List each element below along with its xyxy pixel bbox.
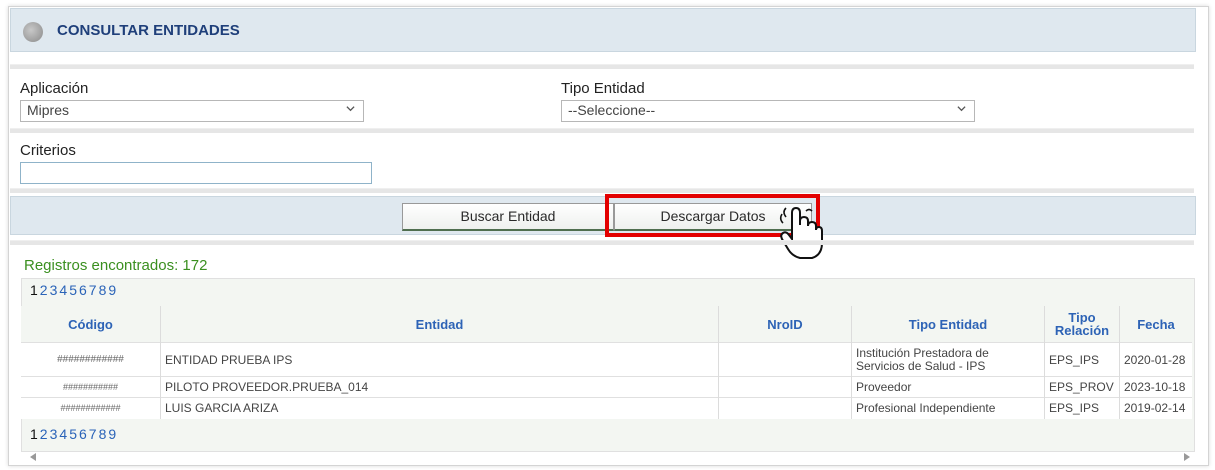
tipo-entidad-select[interactable]: --Seleccione-- <box>561 100 975 122</box>
page-link[interactable]: 6 <box>79 282 89 298</box>
cell-tipo-relacion: EPS_IPS <box>1044 342 1120 377</box>
page-link[interactable]: 8 <box>99 426 109 442</box>
page-link[interactable]: 9 <box>108 426 118 442</box>
scroll-right-icon <box>1184 453 1190 461</box>
tipo-entidad-select-value: --Seleccione-- <box>568 102 656 118</box>
cell-codigo: ############ <box>21 342 161 377</box>
page-link[interactable]: 7 <box>89 282 99 298</box>
aplicacion-select[interactable]: Mipres <box>20 100 364 122</box>
cell-nroid <box>718 376 852 398</box>
cell-tipo-relacion: EPS_IPS <box>1044 397 1120 419</box>
cell-entidad: PILOTO PROVEEDOR.PRUEBA_014 <box>160 376 719 398</box>
pagination-top: 123456789 <box>30 282 118 298</box>
divider <box>10 128 1194 133</box>
buscar-entidad-button[interactable]: Buscar Entidad <box>402 203 614 231</box>
page-link[interactable]: 9 <box>108 282 118 298</box>
table-header-row: Código Entidad NroID Tipo Entidad Tipo Re… <box>21 306 1192 343</box>
table-row[interactable]: ########### PILOTO PROVEEDOR.PRUEBA_014 … <box>21 376 1192 398</box>
col-tipo-entidad[interactable]: Tipo Entidad <box>851 306 1045 343</box>
pointer-hand-icon <box>779 206 823 259</box>
page-link[interactable]: 3 <box>50 282 60 298</box>
divider <box>10 240 1194 245</box>
page-header: CONSULTAR ENTIDADES <box>10 8 1196 52</box>
cell-fecha: 2020-01-28 <box>1119 342 1192 377</box>
cell-entidad: LUIS GARCIA ARIZA <box>160 397 719 419</box>
cell-tipo-entidad-line2: Servicios de Salud - IPS <box>856 358 986 373</box>
cell-tipo-entidad-line1: Institución Prestadora de <box>856 345 989 360</box>
page-link[interactable]: 7 <box>89 426 99 442</box>
cell-entidad: ENTIDAD PRUEBA IPS <box>160 342 719 377</box>
cell-fecha: 2023-10-18 <box>1119 376 1192 398</box>
chevron-down-icon <box>957 106 966 112</box>
criterios-label: Criterios <box>20 142 76 159</box>
cell-nroid <box>718 397 852 419</box>
cell-codigo: ########### <box>21 376 161 398</box>
page-title: CONSULTAR ENTIDADES <box>57 22 240 39</box>
col-tipo-relacion[interactable]: Tipo Relación <box>1044 306 1120 343</box>
col-codigo[interactable]: Código <box>21 306 161 343</box>
criterios-input[interactable] <box>20 162 372 184</box>
tipo-entidad-label: Tipo Entidad <box>561 80 645 97</box>
aplicacion-label: Aplicación <box>20 80 89 97</box>
cell-tipo-relacion: EPS_PROV <box>1044 376 1120 398</box>
col-entidad[interactable]: Entidad <box>160 306 719 343</box>
pagination-bottom: 123456789 <box>30 426 118 442</box>
status-circle-icon <box>23 22 43 42</box>
cell-tipo-entidad: Proveedor <box>851 376 1045 398</box>
page-link[interactable]: 4 <box>59 282 69 298</box>
page-link[interactable]: 5 <box>69 426 79 442</box>
aplicacion-select-value: Mipres <box>27 102 70 118</box>
cell-tipo-entidad: Profesional Independiente <box>851 397 1045 419</box>
col-tipo-relacion-line2: Relación <box>1054 323 1110 338</box>
page-link[interactable]: 5 <box>69 282 79 298</box>
horizontal-scrollbar[interactable] <box>10 452 1194 462</box>
page-link[interactable]: 2 <box>40 282 50 298</box>
divider <box>10 188 1194 193</box>
cell-nroid <box>718 342 852 377</box>
page-link[interactable]: 1 <box>30 282 40 298</box>
page-link[interactable]: 2 <box>40 426 50 442</box>
page-link[interactable]: 1 <box>30 426 40 442</box>
cell-fecha: 2019-02-14 <box>1119 397 1192 419</box>
cell-codigo: ############ <box>21 397 161 419</box>
cell-tipo-entidad: Institución Prestadora de Servicios de Sa… <box>851 342 1045 377</box>
chevron-down-icon <box>346 106 355 112</box>
page-link[interactable]: 6 <box>79 426 89 442</box>
scroll-left-icon <box>30 453 36 461</box>
table-row[interactable]: ############ ENTIDAD PRUEBA IPS Instituc… <box>21 342 1192 377</box>
results-table: Código Entidad NroID Tipo Entidad Tipo Re… <box>21 306 1192 419</box>
divider <box>10 64 1194 69</box>
page-link[interactable]: 8 <box>99 282 109 298</box>
records-found: Registros encontrados: 172 <box>24 257 208 274</box>
table-row[interactable]: ############ LUIS GARCIA ARIZA Profesion… <box>21 397 1192 419</box>
page-link[interactable]: 3 <box>50 426 60 442</box>
col-fecha[interactable]: Fecha <box>1119 306 1192 343</box>
col-nroid[interactable]: NroID <box>718 306 852 343</box>
page-link[interactable]: 4 <box>59 426 69 442</box>
